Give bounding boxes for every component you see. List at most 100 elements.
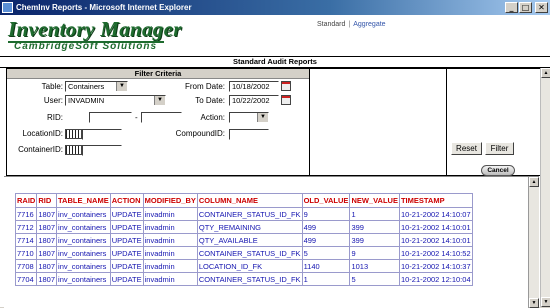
window-controls: _ □ ✕ [505,2,548,13]
table-cell: CONTAINER_STATUS_ID_FK [196,272,303,286]
table-cell: UPDATE [109,272,144,286]
table-cell: inv_containers [56,259,111,273]
column-header-old-value: OLD_VALUE [301,193,351,208]
window-title: ChemInv Reports - Microsoft Internet Exp… [16,3,192,12]
table-select-value: Containers [68,82,105,91]
column-header-raid: RAID [14,193,38,208]
table-cell: 1807 [36,246,58,260]
locationid-label: LocationID: [22,129,63,138]
table-row: 7714 1807 inv_containers UPDATE invadmin QTY_… [14,233,473,247]
table-cell: 399 [349,233,400,247]
column-header-table-name: TABLE_NAME [56,193,111,208]
table-select[interactable]: Containers ▼ [65,81,128,92]
table-cell: LOCATION_ID_FK [196,259,303,273]
table-cell: inv_containers [56,207,111,221]
aggregate-link[interactable]: Aggregate [353,21,385,28]
table-cell: invadmin [142,233,198,247]
rid-to-input[interactable] [141,112,182,123]
table-label: Table: [41,82,63,91]
app-logo: Inventory Manager [8,17,182,41]
action-select[interactable]: ▼ [229,112,269,123]
table-cell: 1 [301,272,351,286]
minimize-button[interactable]: _ [505,2,518,13]
chevron-down-icon: ▼ [154,96,165,105]
standard-link[interactable]: Standard [317,21,345,28]
table-cell: inv_containers [56,272,111,286]
report-type-nav: Standard | Aggregate [317,21,386,28]
chevron-down-icon: ▼ [257,113,268,122]
table-cell: 1807 [36,272,58,286]
reset-button[interactable]: Reset [451,142,482,155]
table-body: 7716 1807 inv_containers UPDATE invadmin CONT… [14,207,473,286]
calendar-icon[interactable] [281,95,291,105]
chevron-down-icon: ▼ [116,82,127,91]
action-panel: Reset Filter Cancel [447,69,543,176]
table-cell: 7704 [14,272,38,286]
window-scrollbar[interactable]: ▲ ▼ [540,68,550,307]
table-row: 7712 1807 inv_containers UPDATE invadmin QTY_… [14,220,473,234]
locationid-input[interactable] [82,129,122,140]
table-cell: 499 [301,220,351,234]
table-row: 7704 1807 inv_containers UPDATE invadmin CONT… [14,272,473,286]
containerid-input[interactable] [82,145,122,156]
column-header-action: ACTION [109,193,144,208]
table-cell: inv_containers [56,233,111,247]
table-cell: invadmin [142,207,198,221]
table-cell: 7710 [14,246,38,260]
table-cell: QTY_AVAILABLE [196,233,303,247]
rid-label: RID: [47,113,63,122]
table-cell: 1 [349,207,400,221]
user-select[interactable]: INVADMIN ▼ [65,95,166,106]
results-frame: RAID RID TABLE_NAME ACTION MODIFIED_BY COLUMN… [4,176,539,308]
table-cell: 9 [349,246,400,260]
filter-form: Filter Criteria Table: Containers ▼ User… [6,68,544,176]
nav-separator: | [348,21,351,28]
filter-heading: Filter Criteria [7,69,309,79]
action-label: Action: [200,113,225,122]
scroll-down-arrow-icon[interactable]: ▼ [541,297,550,307]
table-cell: 7708 [14,259,38,273]
table-cell: 1140 [301,259,351,273]
table-cell: 10-21-2002 14:10:52 [398,246,473,260]
column-header-rid: RID [36,193,58,208]
column-header-new-value: NEW_VALUE [349,193,400,208]
maximize-button[interactable]: □ [519,2,532,13]
table-cell: UPDATE [109,207,144,221]
cancel-button[interactable]: Cancel [481,165,515,176]
scroll-up-arrow-icon[interactable]: ▲ [529,177,539,187]
table-row: 7708 1807 inv_containers UPDATE invadmin LOCA… [14,259,473,273]
column-header-modified-by: MODIFIED_BY [142,193,198,208]
from-date-input[interactable]: 10/18/2002 [229,81,279,92]
table-cell: 7716 [14,207,38,221]
results-scrollbar[interactable]: ▲ ▼ [528,177,539,308]
table-cell: CONTAINER_STATUS_ID_FK [196,207,303,221]
ie-icon [2,2,13,13]
rid-range-dash: - [135,113,138,122]
rid-from-input[interactable] [89,112,132,123]
column-header-column-name: COLUMN_NAME [196,193,303,208]
company-logo-text: CambridgeSoft Solutions [14,41,157,52]
to-date-label: To Date: [195,96,225,105]
user-select-value: INVADMIN [68,96,105,105]
compoundid-input[interactable] [229,129,269,140]
compoundid-label: CompoundID: [175,129,225,138]
table-cell: 399 [349,220,400,234]
table-cell: 10-21-2002 14:10:01 [398,220,473,234]
calendar-icon[interactable] [281,81,291,91]
report-title: Standard Audit Reports [0,56,550,68]
table-cell: 10-21-2002 14:10:01 [398,233,473,247]
table-cell: 5 [301,246,351,260]
table-cell: invadmin [142,272,198,286]
container-lookup-icon[interactable] [65,145,82,155]
column-header-timestamp: TIMESTAMP [398,193,473,208]
to-date-input[interactable]: 10/22/2002 [229,95,279,106]
table-cell: UPDATE [109,259,144,273]
location-lookup-icon[interactable] [65,129,82,139]
table-header-row: RAID RID TABLE_NAME ACTION MODIFIED_BY COLUMN… [14,193,473,208]
page-header: Inventory Manager CambridgeSoft Solution… [0,15,550,55]
scroll-up-arrow-icon[interactable]: ▲ [541,68,550,78]
close-button[interactable]: ✕ [535,2,548,13]
filter-button[interactable]: Filter [485,142,514,155]
table-cell: 5 [349,272,400,286]
user-label: User: [43,96,63,105]
